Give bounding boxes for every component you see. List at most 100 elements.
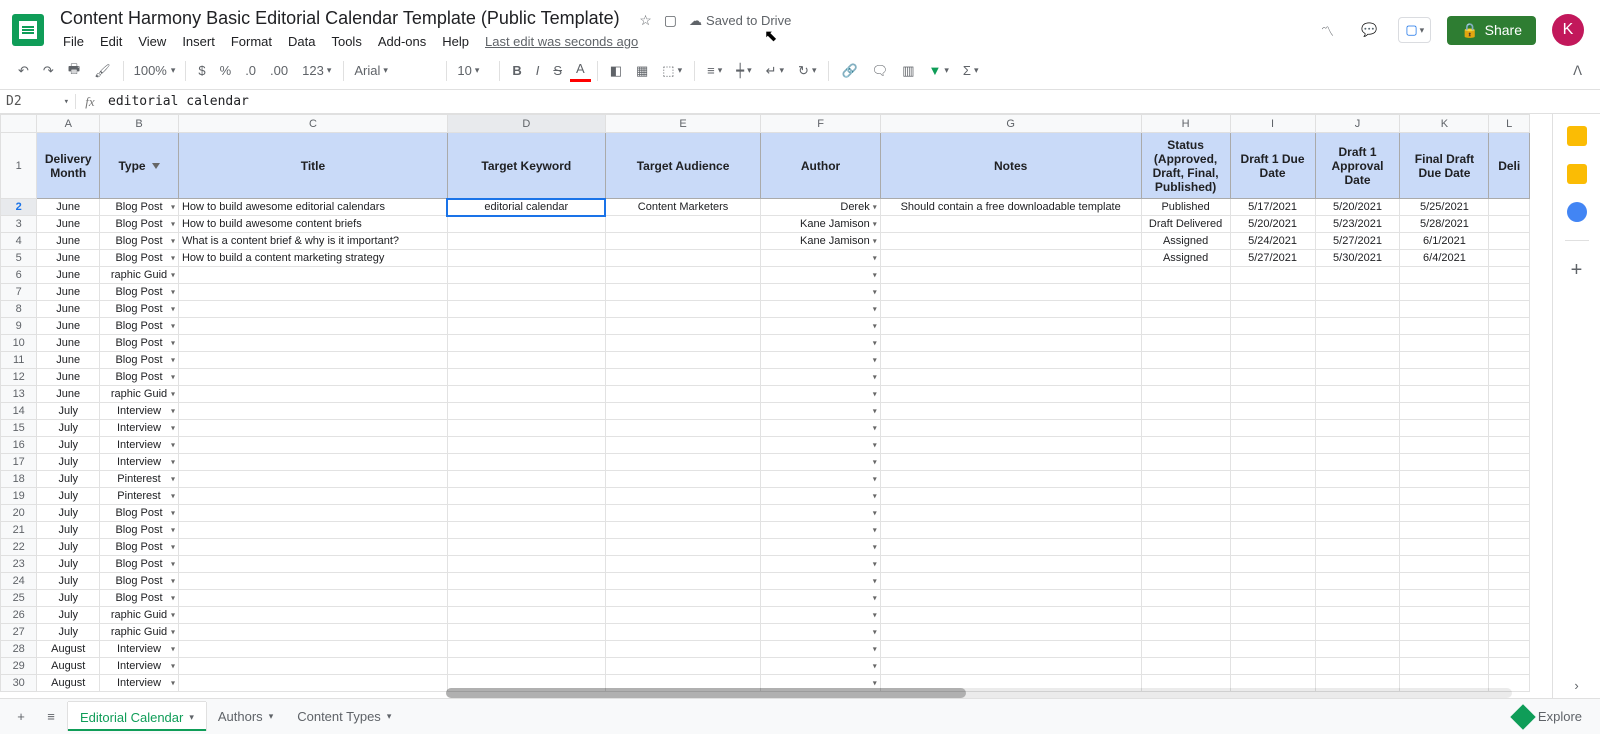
spreadsheet-grid[interactable]: ABCDEFGHIJKL1Delivery MonthTypeTitleTarg… [0, 114, 1552, 698]
bold-button[interactable]: B [506, 59, 527, 82]
menu-file[interactable]: File [56, 31, 91, 52]
cell-K19[interactable] [1400, 488, 1489, 505]
cell-A18[interactable]: July [37, 471, 100, 488]
cell-I8[interactable] [1230, 301, 1315, 318]
side-panel-collapse-button[interactable]: › [1564, 672, 1590, 698]
cell-F15[interactable] [761, 420, 880, 437]
cell-C6[interactable] [178, 267, 447, 284]
row-header-22[interactable]: 22 [1, 539, 37, 556]
cell-E15[interactable] [605, 420, 761, 437]
cell-I23[interactable] [1230, 556, 1315, 573]
cell-G16[interactable] [880, 437, 1141, 454]
cell-C23[interactable] [178, 556, 447, 573]
cell-K7[interactable] [1400, 284, 1489, 301]
cell-B30[interactable]: Interview [100, 675, 179, 692]
cell-C22[interactable] [178, 539, 447, 556]
cell-J22[interactable] [1315, 539, 1400, 556]
cell-G5[interactable] [880, 250, 1141, 267]
cell-G14[interactable] [880, 403, 1141, 420]
cell-E25[interactable] [605, 590, 761, 607]
column-header-D[interactable]: D [447, 115, 605, 133]
cell-D13[interactable] [447, 386, 605, 403]
cell-L2[interactable] [1489, 199, 1530, 216]
cell-L21[interactable] [1489, 522, 1530, 539]
cell-D8[interactable] [447, 301, 605, 318]
cell-G2[interactable]: Should contain a free downloadable templ… [880, 199, 1141, 216]
cell-F12[interactable] [761, 369, 880, 386]
cell-L20[interactable] [1489, 505, 1530, 522]
cell-F27[interactable] [761, 624, 880, 641]
cell-K16[interactable] [1400, 437, 1489, 454]
cell-B11[interactable]: Blog Post [100, 352, 179, 369]
column-header-L[interactable]: L [1489, 115, 1530, 133]
cell-B9[interactable]: Blog Post [100, 318, 179, 335]
cell-H27[interactable] [1141, 624, 1230, 641]
cell-G4[interactable] [880, 233, 1141, 250]
cell-K18[interactable] [1400, 471, 1489, 488]
cell-D18[interactable] [447, 471, 605, 488]
document-title[interactable]: Content Harmony Basic Editorial Calendar… [56, 6, 624, 30]
cell-K28[interactable] [1400, 641, 1489, 658]
cell-F24[interactable] [761, 573, 880, 590]
cloud-status[interactable]: ☁ Saved to Drive [689, 13, 791, 29]
link-button[interactable]: 🔗 [835, 59, 863, 83]
cell-L19[interactable] [1489, 488, 1530, 505]
sheet-tab-editorial-calendar[interactable]: Editorial Calendar ▾ [68, 702, 206, 731]
cell-B23[interactable]: Blog Post [100, 556, 179, 573]
cell-I13[interactable] [1230, 386, 1315, 403]
cell-K4[interactable]: 6/1/2021 [1400, 233, 1489, 250]
cell-E10[interactable] [605, 335, 761, 352]
row-header-3[interactable]: 3 [1, 216, 37, 233]
cell-D2[interactable]: editorial calendar [447, 199, 605, 216]
cell-E20[interactable] [605, 505, 761, 522]
cell-F8[interactable] [761, 301, 880, 318]
cell-I19[interactable] [1230, 488, 1315, 505]
cell-C13[interactable] [178, 386, 447, 403]
cell-B3[interactable]: Blog Post [100, 216, 179, 233]
cell-A7[interactable]: June [37, 284, 100, 301]
functions-button[interactable]: Σ ▾ [957, 59, 985, 82]
cell-H23[interactable] [1141, 556, 1230, 573]
row-header-27[interactable]: 27 [1, 624, 37, 641]
cell-B16[interactable]: Interview [100, 437, 179, 454]
row-header-21[interactable]: 21 [1, 522, 37, 539]
print-button[interactable]: 🖶 [62, 56, 86, 86]
cell-K11[interactable] [1400, 352, 1489, 369]
cell-L12[interactable] [1489, 369, 1530, 386]
cell-E8[interactable] [605, 301, 761, 318]
cell-I20[interactable] [1230, 505, 1315, 522]
column-header-I[interactable]: I [1230, 115, 1315, 133]
cell-J9[interactable] [1315, 318, 1400, 335]
cell-L13[interactable] [1489, 386, 1530, 403]
cell-F9[interactable] [761, 318, 880, 335]
cell-C24[interactable] [178, 573, 447, 590]
cell-B20[interactable]: Blog Post [100, 505, 179, 522]
cell-K29[interactable] [1400, 658, 1489, 675]
menu-addons[interactable]: Add-ons [371, 31, 433, 52]
row-header-18[interactable]: 18 [1, 471, 37, 488]
cell-G11[interactable] [880, 352, 1141, 369]
menu-tools[interactable]: Tools [324, 31, 368, 52]
cell-C25[interactable] [178, 590, 447, 607]
row-header-17[interactable]: 17 [1, 454, 37, 471]
cell-G8[interactable] [880, 301, 1141, 318]
cell-K23[interactable] [1400, 556, 1489, 573]
cell-L8[interactable] [1489, 301, 1530, 318]
cell-G7[interactable] [880, 284, 1141, 301]
cell-A17[interactable]: July [37, 454, 100, 471]
calendar-addon-icon[interactable] [1567, 126, 1587, 146]
share-button[interactable]: 🔒 Share [1447, 16, 1536, 45]
cell-A5[interactable]: June [37, 250, 100, 267]
fill-color-button[interactable]: ◧ [604, 59, 628, 83]
cell-I3[interactable]: 5/20/2021 [1230, 216, 1315, 233]
cell-C3[interactable]: How to build awesome content briefs [178, 216, 447, 233]
cell-B8[interactable]: Blog Post [100, 301, 179, 318]
cell-I6[interactable] [1230, 267, 1315, 284]
cell-A25[interactable]: July [37, 590, 100, 607]
cell-H11[interactable] [1141, 352, 1230, 369]
cell-A14[interactable]: July [37, 403, 100, 420]
row-header-4[interactable]: 4 [1, 233, 37, 250]
row-header-8[interactable]: 8 [1, 301, 37, 318]
cell-D21[interactable] [447, 522, 605, 539]
cell-B21[interactable]: Blog Post [100, 522, 179, 539]
